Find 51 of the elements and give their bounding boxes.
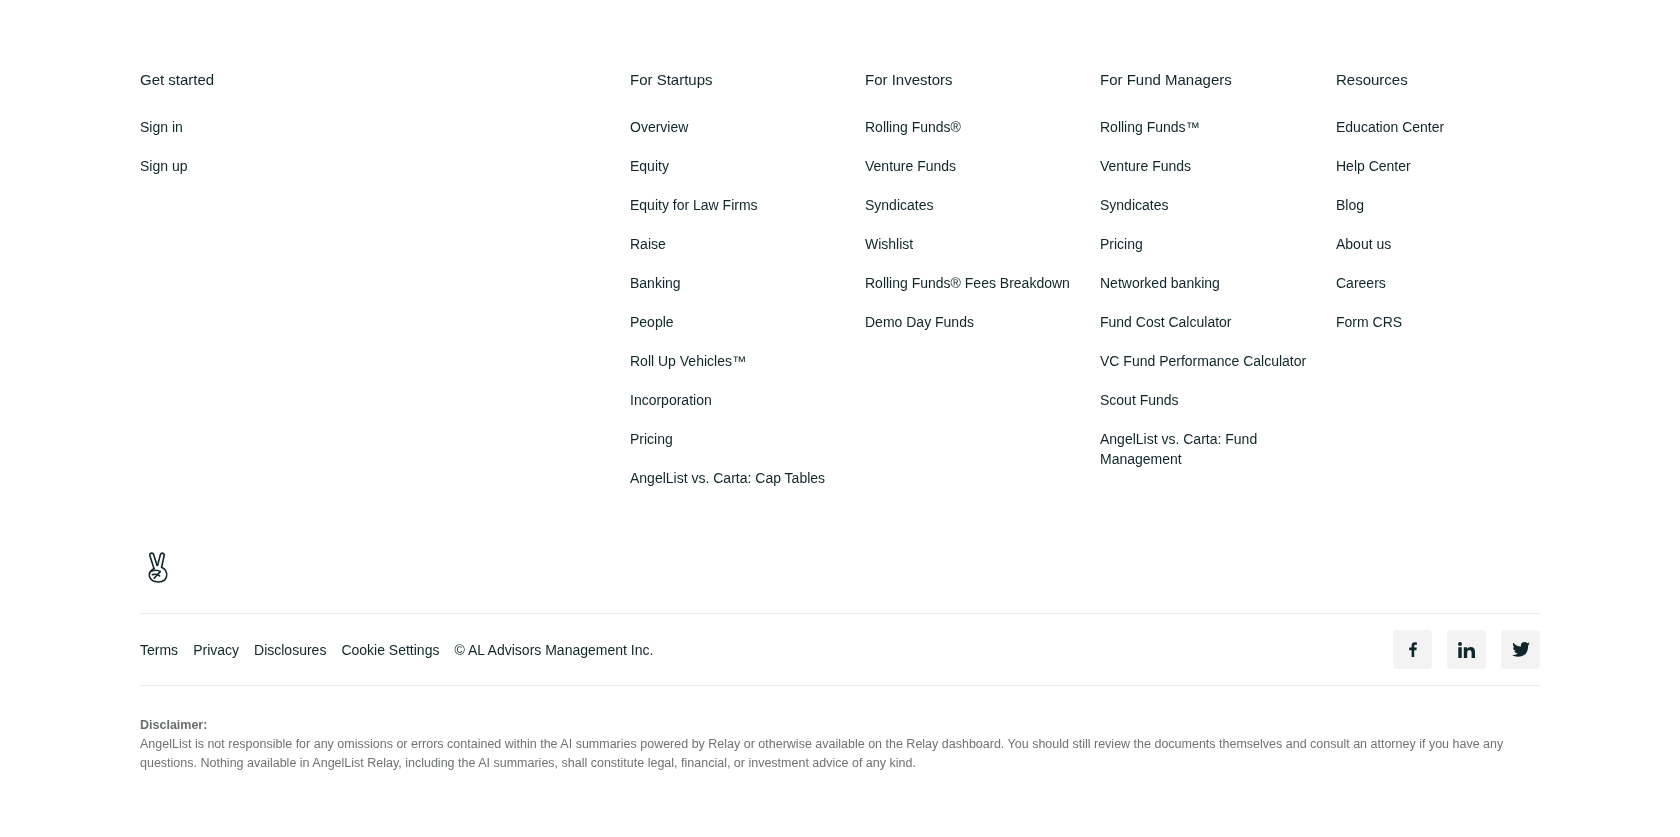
footer-link[interactable]: VC Fund Performance Calculator [1100, 351, 1307, 371]
footer-link[interactable]: Syndicates [1100, 195, 1169, 215]
legal-link[interactable]: Cookie Settings [341, 639, 440, 660]
social-button[interactable] [1447, 630, 1486, 669]
linkedin-icon [1458, 641, 1475, 658]
footer-link[interactable]: Equity for Law Firms [630, 195, 758, 215]
footer-link[interactable]: Rolling Funds™ [1100, 117, 1200, 137]
disclaimer-label: Disclaimer: [140, 717, 209, 734]
footer-link[interactable]: Incorporation [630, 390, 712, 410]
social-button[interactable] [1393, 630, 1432, 669]
footer-link[interactable]: Demo Day Funds [865, 312, 974, 332]
column-heading: For Investors [865, 71, 953, 89]
facebook-icon [1408, 642, 1417, 657]
twitter-bird-icon [1511, 642, 1530, 657]
column-heading: For Startups [630, 71, 713, 89]
footer-link[interactable]: Rolling Funds® Fees Breakdown [865, 273, 1070, 293]
footer-link[interactable]: Roll Up Vehicles™ [630, 351, 746, 371]
social-button[interactable] [1501, 630, 1540, 669]
footer-link[interactable]: Fund Cost Calculator [1100, 312, 1232, 332]
footer-link[interactable]: AngelList vs. Carta: Cap Tables [630, 468, 826, 488]
legal-link[interactable]: Privacy [193, 639, 240, 660]
disclaimer-text: AngelList is not responsible for any omissions or errors contained within the AI summaries powered by Relay or otherwise available on the Relay dashboard. You should still review the documents themselves and consult an attorney if you have any questions. Nothing available in AngelList Relay, including the AI summaries, shall constitute legal, financial, or investment advice of any kind. [140, 736, 1505, 772]
footer-link[interactable]: Banking [630, 273, 681, 293]
footer-link[interactable]: Venture Funds [865, 156, 957, 176]
footer-link[interactable]: Scout Funds [1100, 390, 1179, 410]
footer-link[interactable]: Syndicates [865, 195, 934, 215]
footer-link[interactable]: Overview [630, 117, 689, 137]
footer-link[interactable]: Education Center [1336, 117, 1445, 137]
footer-link[interactable]: People [630, 312, 674, 332]
legal-link[interactable]: Disclosures [254, 639, 327, 660]
copyright-text: © AL Advisors Management Inc. [454, 640, 654, 660]
legal-link[interactable]: Terms [140, 639, 179, 660]
column-heading: Get started [140, 71, 215, 89]
footer-link[interactable]: Equity [630, 156, 669, 176]
footer-link[interactable]: Pricing [1100, 234, 1143, 254]
column-heading: Resources [1336, 71, 1408, 89]
footer-link[interactable]: Networked banking [1100, 273, 1220, 293]
footer-link[interactable]: Raise [630, 234, 666, 254]
footer-link[interactable]: Careers [1336, 273, 1386, 293]
footer-link[interactable]: Form CRS [1336, 312, 1403, 332]
footer-link[interactable]: Help Center [1336, 156, 1411, 176]
footer-link[interactable]: About us [1336, 234, 1392, 254]
footer-link[interactable]: Sign up [140, 156, 188, 176]
footer-link[interactable]: Pricing [630, 429, 673, 449]
column-heading: For Fund Managers [1100, 71, 1232, 89]
footer-link[interactable]: AngelList vs. Carta: Fund Management [1100, 429, 1320, 469]
footer-link[interactable]: Blog [1336, 195, 1365, 215]
footer-link[interactable]: Sign in [140, 117, 183, 137]
footer-link[interactable]: Venture Funds [1100, 156, 1192, 176]
footer-link[interactable]: Wishlist [865, 234, 914, 254]
footer-link[interactable]: Rolling Funds® [865, 117, 961, 137]
